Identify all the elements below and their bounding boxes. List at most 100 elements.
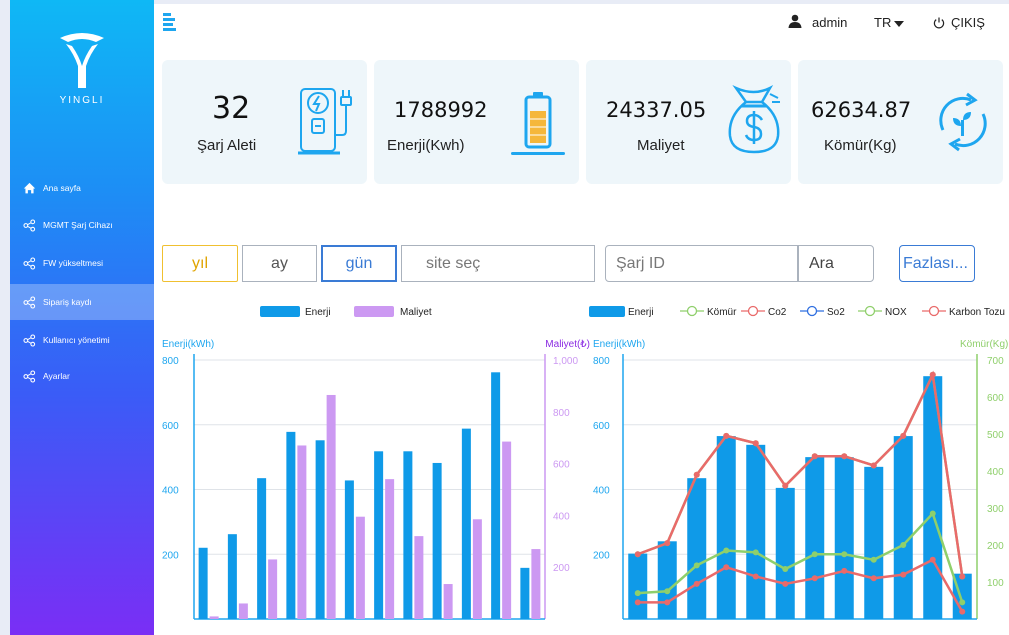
share-icon xyxy=(23,218,36,232)
point-nox xyxy=(693,562,700,569)
y-tick-right: 300 xyxy=(987,504,1004,515)
left-strip xyxy=(0,0,10,635)
filter-year-button[interactable]: yıl xyxy=(162,245,238,282)
point-nox xyxy=(664,588,671,595)
search-label: Ara xyxy=(809,254,834,272)
energy-emissions-chart: Enerji Kömür Co2 So2 NOX Karbon Tozu Enerji(kW… xyxy=(589,305,1008,620)
legend-swatch-cost xyxy=(354,306,394,317)
series-line-coal xyxy=(637,370,964,577)
point-co2 xyxy=(664,540,671,547)
point-co2 xyxy=(723,432,730,439)
point-co2 xyxy=(782,482,789,489)
chevron-down-icon xyxy=(894,20,905,27)
logout-button[interactable]: ÇIKIŞ xyxy=(933,15,985,30)
card-value: 24337.05 xyxy=(606,98,707,122)
y-tick-left: 200 xyxy=(162,550,179,561)
y-tick-left: 800 xyxy=(162,356,179,367)
point-co2 xyxy=(959,573,966,580)
y-tick-left: 800 xyxy=(593,356,610,367)
more-label: Fazlası... xyxy=(903,254,968,272)
bar-cost xyxy=(443,584,453,619)
point-nox xyxy=(841,551,848,558)
point-co2 xyxy=(693,471,700,478)
language-select[interactable]: TR xyxy=(874,15,905,30)
bar-cost xyxy=(297,445,307,619)
point-co2 xyxy=(752,440,759,447)
y-tick-right: 500 xyxy=(987,430,1004,441)
bar-cost xyxy=(209,616,219,619)
point-nox xyxy=(811,551,818,558)
bar-energy xyxy=(286,431,296,619)
sidebar-item-settings[interactable]: Ayarlar xyxy=(10,358,154,394)
point-carbon-dust xyxy=(959,608,966,615)
point-carbon-dust xyxy=(811,575,818,582)
share-icon xyxy=(23,369,36,383)
point-nox xyxy=(929,510,936,517)
card-value: 1788992 xyxy=(394,98,488,122)
point-carbon-dust xyxy=(693,580,700,587)
point-nox xyxy=(870,556,877,563)
legend-marker-nox xyxy=(864,305,876,317)
energy-cost-bar-chart: Enerji Maliyet Enerji(kWh) Maliyet(₺) 800 600… xyxy=(162,306,590,620)
bar-energy xyxy=(257,478,267,619)
y-tick-right: 200 xyxy=(553,563,570,574)
y-tick-right: 600 xyxy=(553,460,570,471)
legend-label-carbon-dust: Karbon Tozu xyxy=(949,307,1005,318)
home-icon xyxy=(23,182,36,193)
search-button[interactable]: Ara xyxy=(798,245,874,282)
point-co2 xyxy=(870,462,877,469)
sidebar-item-mgmt-charger[interactable]: MGMT Şarj Cihazı xyxy=(10,207,154,243)
legend-label-co2: Co2 xyxy=(768,307,787,318)
site-select-placeholder: site seç xyxy=(426,254,481,272)
sidebar-item-user-management[interactable]: Kullanıcı yönetimi xyxy=(10,322,154,358)
legend-label-nox: NOX xyxy=(885,307,907,318)
y-tick-right: 700 xyxy=(987,356,1004,367)
yingli-logo-icon xyxy=(60,33,104,88)
point-nox xyxy=(634,590,641,597)
charger-id-input[interactable]: Şarj ID xyxy=(605,245,798,282)
y-axis-right-title: Kömür(Kg) xyxy=(960,339,1008,350)
power-icon xyxy=(933,17,945,28)
sidebar-item-fw-upgrade[interactable]: FW yükseltmesi xyxy=(10,245,154,281)
more-button[interactable]: Fazlası... xyxy=(899,245,975,282)
logout-label: ÇIKIŞ xyxy=(951,15,985,30)
bar-energy xyxy=(403,451,413,619)
stat-card-energy: 1788992 Enerji(Kwh) xyxy=(374,60,579,184)
site-select[interactable]: site seç xyxy=(401,245,595,282)
bar-cost xyxy=(355,516,365,619)
sidebar-item-label: FW yükseltmesi xyxy=(43,258,103,268)
point-nox xyxy=(959,599,966,606)
stat-card-cost: 24337.05 Maliyet xyxy=(586,60,791,184)
bar-energy xyxy=(628,553,648,619)
sidebar: YINGLI Ana sayfa MGMT Şarj Cihazı FW yük… xyxy=(10,0,154,635)
y-axis-left-title: Enerji(kWh) xyxy=(162,339,214,350)
bar-energy xyxy=(227,534,237,619)
bar-energy xyxy=(864,466,884,619)
sidebar-item-label: Ana sayfa xyxy=(43,183,81,193)
menu-toggle-icon[interactable] xyxy=(163,12,177,32)
legend-swatch-energy xyxy=(589,306,625,317)
sidebar-item-home[interactable]: Ana sayfa xyxy=(10,170,154,206)
legend-label-energy: Enerji xyxy=(628,307,654,318)
share-icon xyxy=(23,256,36,270)
legend-marker-carbon-dust xyxy=(928,305,940,317)
y-tick-left: 400 xyxy=(162,486,179,497)
charging-station-icon xyxy=(298,88,352,155)
user-name[interactable]: admin xyxy=(812,15,847,30)
stat-card-chargers: 32 Şarj Aleti xyxy=(162,60,367,184)
point-co2 xyxy=(841,453,848,460)
share-icon xyxy=(23,295,36,309)
card-label: Enerji(Kwh) xyxy=(387,137,465,154)
bar-energy xyxy=(893,436,913,619)
sidebar-item-label: Ayarlar xyxy=(43,371,70,381)
point-nox xyxy=(752,549,759,556)
card-label: Maliyet xyxy=(637,137,685,154)
y-tick-left: 400 xyxy=(593,486,610,497)
y-tick-right: 600 xyxy=(987,393,1004,404)
card-value: 62634.87 xyxy=(811,98,912,122)
bar-energy xyxy=(315,440,325,619)
filter-day-button[interactable]: gün xyxy=(321,245,397,282)
point-carbon-dust xyxy=(782,580,789,587)
filter-month-button[interactable]: ay xyxy=(242,245,317,282)
sidebar-item-order-log[interactable]: Sipariş kaydı xyxy=(10,284,154,320)
